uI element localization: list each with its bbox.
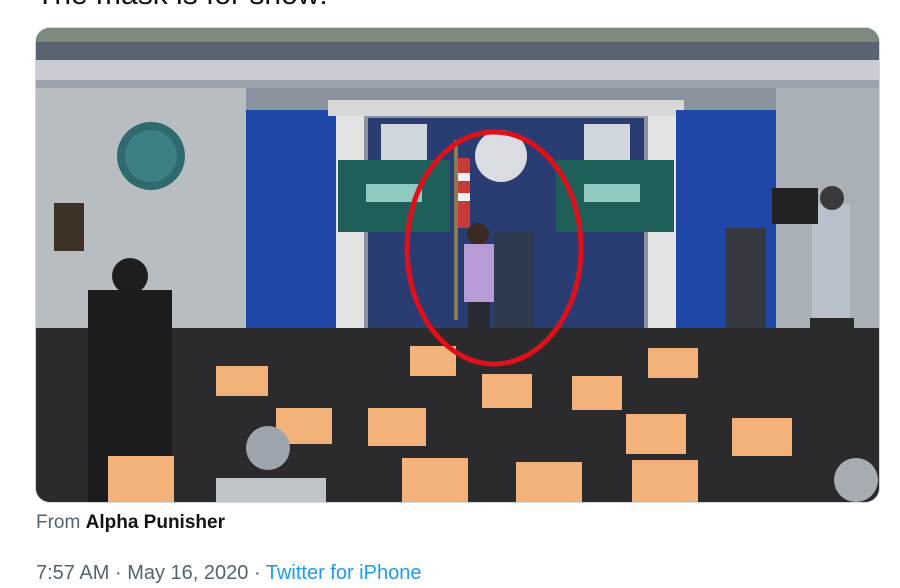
- briefing-room-image: [36, 28, 879, 502]
- meta-separator: ·: [253, 562, 261, 584]
- source-prefix: From: [36, 512, 81, 533]
- tweet-source: From Alpha Punisher: [36, 512, 225, 534]
- source-author-link[interactable]: Alpha Punisher: [86, 512, 225, 533]
- tweet-metadata: 7:57 AM · May 16, 2020 · Twitter for iPh…: [36, 562, 421, 585]
- tweet-text: The mask is for show!: [36, 0, 328, 12]
- meta-separator: ·: [114, 562, 122, 584]
- tweet-date[interactable]: May 16, 2020: [127, 562, 248, 584]
- tweet-time[interactable]: 7:57 AM: [36, 562, 109, 584]
- tweet-client-link[interactable]: Twitter for iPhone: [266, 562, 422, 584]
- tweet-media[interactable]: [36, 28, 879, 502]
